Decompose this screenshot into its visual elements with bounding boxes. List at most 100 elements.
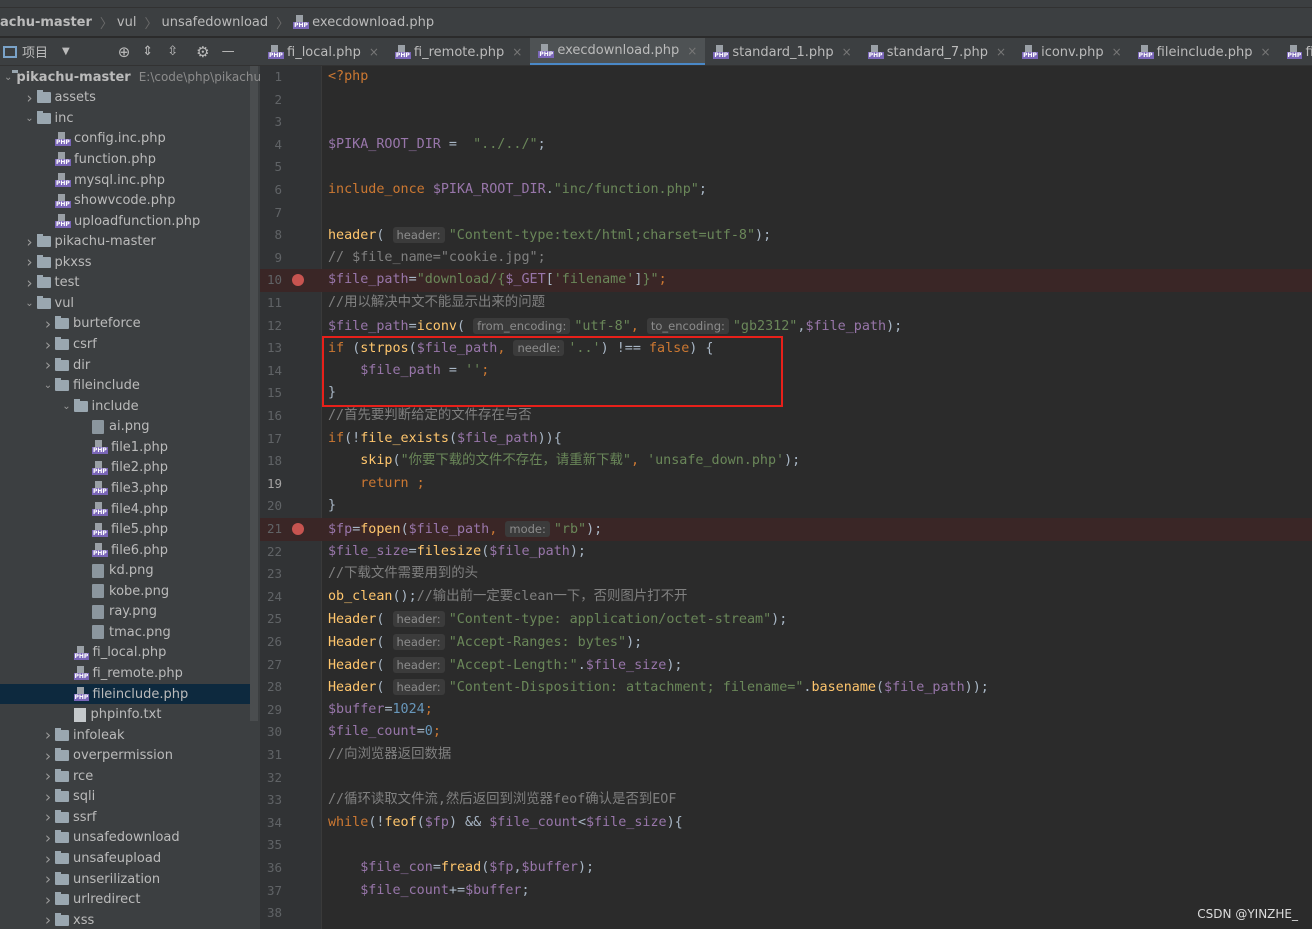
hide-icon[interactable]: — [222,44,235,59]
tab-fi_local-php[interactable]: fi_local.php × [260,38,387,65]
code-line[interactable]: 38 [260,902,1312,925]
tree-item[interactable]: ray.png [0,602,250,623]
code-line[interactable]: 19 return ; [260,473,1312,496]
tree-item[interactable]: › csrf [0,334,250,355]
code-line[interactable]: 36 $file_con=fread($fp,$buffer); [260,857,1312,880]
code-line[interactable]: 32 [260,767,1312,790]
chevron-right-icon[interactable]: › [23,253,37,271]
chevron-right-icon[interactable]: › [41,850,55,868]
code-line[interactable]: 37 $file_count+=$buffer; [260,880,1312,903]
code-line[interactable]: 33 //循环读取文件流,然后返回到浏览器feof确认是否到EOF [260,789,1312,812]
chevron-right-icon[interactable]: › [23,233,37,251]
chevron-right-icon[interactable]: › [41,747,55,765]
tree-item[interactable]: phpinfo.txt [0,704,250,725]
tree-item[interactable]: › overpermission [0,745,250,766]
tab-fi_remote-php[interactable]: fi_remote.php × [387,38,530,65]
code-line[interactable]: 3 [260,111,1312,134]
code-line[interactable]: 6 include_once $PIKA_ROOT_DIR."inc/functi… [260,179,1312,202]
close-icon[interactable]: × [1260,45,1270,59]
tree-item[interactable]: › pikachu-master [0,231,250,252]
tree-item[interactable]: file4.php [0,499,250,520]
tree-item[interactable]: › rce [0,766,250,787]
code-line[interactable]: 8 header( header: "Content-type:text/html;… [260,224,1312,247]
tree-item[interactable]: › infoleak [0,725,250,746]
chevron-down-icon[interactable]: ⌄ [60,401,74,412]
breadcrumb-item[interactable]: achu-master [0,15,96,30]
chevron-right-icon[interactable]: › [41,891,55,909]
chevron-down-icon[interactable]: ▼ [62,46,70,57]
tree-item[interactable]: › dir [0,355,250,376]
close-icon[interactable]: × [512,45,522,59]
chevron-right-icon[interactable]: › [41,911,55,929]
close-icon[interactable]: × [369,45,379,59]
tree-item[interactable]: fi_local.php [0,643,250,664]
tree-item[interactable]: › xss [0,910,250,929]
tree-item[interactable]: › burteforce [0,314,250,335]
close-icon[interactable]: × [842,45,852,59]
code-line[interactable]: 16 //首先要判断给定的文件存在与否 [260,405,1312,428]
code-line[interactable]: 34 while(!feof($fp) && $file_count<$file_… [260,812,1312,835]
tree-item[interactable]: › unsafeupload [0,848,250,869]
collapse-all-icon[interactable]: ⇳ [167,44,178,59]
code-line[interactable]: 4 $PIKA_ROOT_DIR = "../../"; [260,134,1312,157]
code-line[interactable]: 29 $buffer=1024; [260,699,1312,722]
code-line[interactable]: 11 //用以解决中文不能显示出来的问题 [260,292,1312,315]
code-editor[interactable]: 1 <?php 2 3 4 $PIKA_ROOT_DIR = "../../"; 5 6 inc… [260,66,1312,929]
tree-item[interactable]: ⌄ inc [0,108,250,129]
code-line[interactable]: 20} [260,495,1312,518]
tree-item[interactable]: › unsafedownload [0,828,250,849]
tree-item[interactable]: › urlredirect [0,889,250,910]
code-line[interactable]: 31 //向浏览器返回数据 [260,744,1312,767]
tree-item[interactable]: › sqli [0,787,250,808]
chevron-down-icon[interactable]: ⌄ [23,113,37,124]
chevron-right-icon[interactable]: › [41,808,55,826]
tab-standard_1-php[interactable]: standard_1.php × [705,38,859,65]
code-line[interactable]: 35 [260,834,1312,857]
tree-item[interactable]: showvcode.php [0,190,250,211]
code-line[interactable]: 17 if(!file_exists($file_path)){ [260,428,1312,451]
tree-item[interactable]: file2.php [0,458,250,479]
tree-item[interactable]: kd.png [0,560,250,581]
chevron-down-icon[interactable]: ⌄ [23,298,37,309]
tree-item[interactable]: file5.php [0,519,250,540]
breadcrumb-item[interactable]: unsafedownload [157,15,272,30]
breadcrumb-item[interactable]: execdownload.php [312,15,434,30]
breadcrumb-item[interactable]: vul [113,15,141,30]
close-icon[interactable]: × [996,45,1006,59]
code-line[interactable]: 2 [260,89,1312,112]
chevron-right-icon[interactable]: › [23,274,37,292]
tree-item[interactable]: function.php [0,149,250,170]
tab-fileinclude-php[interactable]: fileinclude.php × [1130,38,1279,65]
chevron-right-icon[interactable]: › [41,356,55,374]
tree-item[interactable]: ai.png [0,417,250,438]
expand-all-icon[interactable]: ⇕ [142,44,153,59]
code-line[interactable]: 5 [260,156,1312,179]
tree-item[interactable]: › pkxss [0,252,250,273]
tree-item[interactable]: fileinclude.php [0,683,250,705]
code-line[interactable]: 10 $file_path="download/{$_GET['filename'… [260,269,1312,292]
code-line[interactable]: 21 $fp=fopen($file_path, mode: "rb"); [260,518,1312,541]
chevron-right-icon[interactable]: › [23,89,37,107]
tree-item[interactable]: tmac.png [0,622,250,643]
code-line[interactable]: 27 Header( header: "Accept-Length:".$file_… [260,654,1312,677]
gear-icon[interactable]: ⚙ [196,43,209,61]
chevron-right-icon[interactable]: › [41,829,55,847]
locate-icon[interactable]: ⊕ [118,43,131,61]
code-line[interactable]: 25 Header( header: "Content-type: applicat… [260,608,1312,631]
tree-item[interactable]: file3.php [0,478,250,499]
chevron-right-icon[interactable]: › [41,336,55,354]
code-line[interactable]: 30 $file_count=0; [260,721,1312,744]
chevron-right-icon[interactable]: › [41,726,55,744]
breakpoint-icon[interactable] [292,274,304,287]
code-line[interactable]: 23 //下载文件需要用到的头 [260,563,1312,586]
tree-item[interactable]: ⌄ fileinclude [0,375,250,396]
tree-item[interactable]: mysql.inc.php [0,170,250,191]
code-line[interactable]: 18 skip("你要下载的文件不存在，请重新下载", 'unsafe_down… [260,450,1312,473]
tree-item[interactable]: ⌄ vul [0,293,250,314]
tab-standard_7-php[interactable]: standard_7.php × [860,38,1014,65]
code-line[interactable]: 22 $file_size=filesize($file_path); [260,541,1312,564]
code-line[interactable]: 26 Header( header: "Accept-Ranges: bytes")… [260,631,1312,654]
chevron-down-icon[interactable]: ⌄ [41,380,55,391]
tree-item[interactable]: › assets [0,88,250,109]
code-line[interactable]: 1 <?php [260,66,1312,89]
